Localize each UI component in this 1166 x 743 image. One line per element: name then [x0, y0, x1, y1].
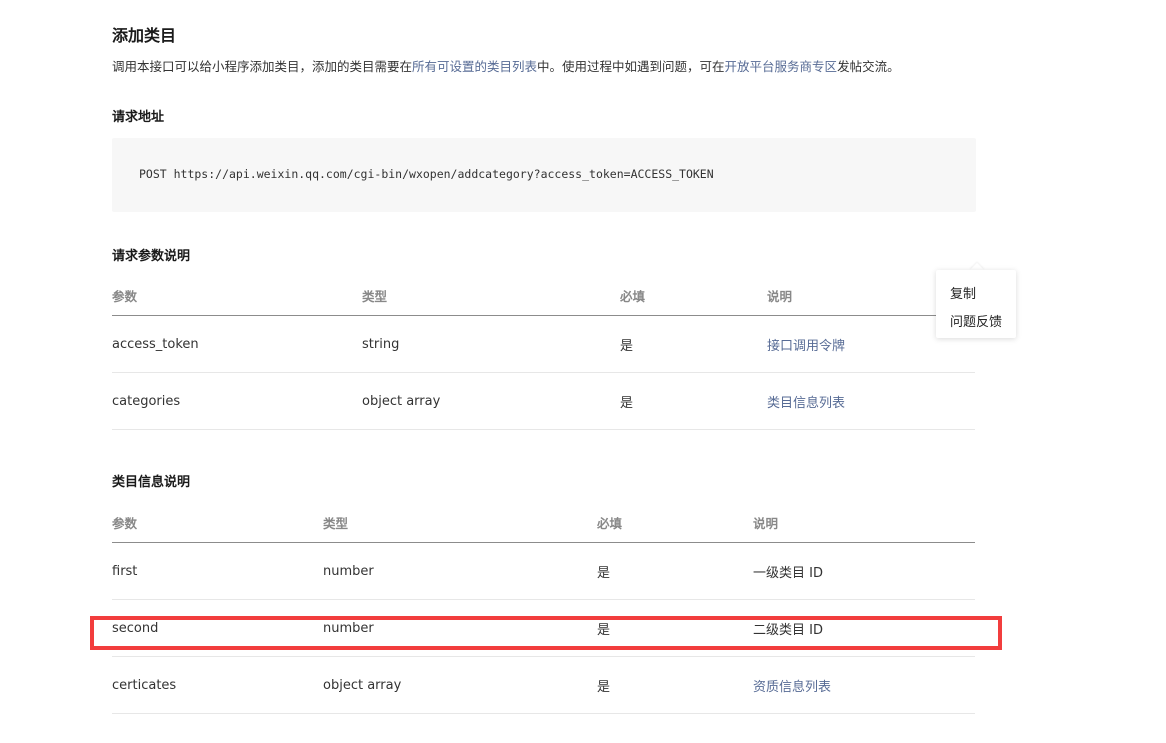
param-description: 二级类目 ID	[753, 599, 975, 657]
param-type: object array	[323, 656, 597, 714]
qualification-info-list-link[interactable]: 资质信息列表	[753, 680, 831, 695]
request-address-heading: 请求地址	[112, 110, 165, 125]
desc-text-1: 调用本接口可以给小程序添加类目，添加的类目需要在	[112, 59, 413, 74]
request-url-code: POST https://api.weixin.qq.com/cgi-bin/w…	[139, 167, 714, 181]
param-required: 是	[597, 542, 753, 600]
context-menu: 复制 问题反馈	[936, 270, 1016, 338]
copy-menu-item[interactable]: 复制	[950, 283, 976, 302]
table-row: certicates object array 是 资质信息列表	[112, 656, 975, 714]
table-row: access_token string 是 接口调用令牌	[112, 315, 975, 373]
table-row: categories object array 是 类目信息列表	[112, 372, 975, 430]
column-header-description: 说明	[753, 502, 975, 543]
code-block: POST https://api.weixin.qq.com/cgi-bin/w…	[112, 138, 976, 212]
category-list-link[interactable]: 所有可设置的类目列表	[412, 59, 537, 74]
category-info-list-link[interactable]: 类目信息列表	[767, 396, 845, 411]
table-header-row: 参数 类型 必填 说明	[112, 275, 975, 316]
param-type: number	[323, 599, 597, 657]
param-type: string	[362, 315, 620, 373]
param-description: 资质信息列表	[753, 656, 975, 714]
feedback-menu-item[interactable]: 问题反馈	[950, 311, 1002, 330]
param-name: access_token	[112, 315, 362, 373]
request-params-table: 参数 类型 必填 说明 access_token string 是 接口调用令牌…	[112, 275, 975, 430]
page-title: 添加类目	[112, 26, 177, 45]
param-required: 是	[620, 372, 767, 430]
column-header-param: 参数	[112, 275, 362, 316]
desc-text-2: 中。使用过程中如遇到问题，可在	[537, 59, 725, 74]
param-name: categories	[112, 372, 362, 430]
category-info-table: 参数 类型 必填 说明 first number 是 一级类目 ID secon…	[112, 502, 975, 714]
param-required: 是	[620, 315, 767, 373]
param-name: first	[112, 542, 323, 600]
access-token-doc-link[interactable]: 接口调用令牌	[767, 339, 845, 354]
category-info-heading: 类目信息说明	[112, 475, 191, 490]
param-type: object array	[362, 372, 620, 430]
column-header-param: 参数	[112, 502, 323, 543]
column-header-type: 类型	[362, 275, 620, 316]
request-params-heading: 请求参数说明	[112, 249, 191, 264]
param-name: second	[112, 599, 323, 657]
param-name: certicates	[112, 656, 323, 714]
param-required: 是	[597, 599, 753, 657]
table-row: first number 是 一级类目 ID	[112, 542, 975, 600]
param-description: 类目信息列表	[767, 372, 975, 430]
column-header-required: 必填	[597, 502, 753, 543]
param-description: 一级类目 ID	[753, 542, 975, 600]
column-header-type: 类型	[323, 502, 597, 543]
table-header-row: 参数 类型 必填 说明	[112, 502, 975, 543]
param-type: number	[323, 542, 597, 600]
service-provider-zone-link[interactable]: 开放平台服务商专区	[725, 59, 838, 74]
column-header-required: 必填	[620, 275, 767, 316]
table-row: second number 是 二级类目 ID	[112, 599, 975, 657]
page-description: 调用本接口可以给小程序添加类目，添加的类目需要在所有可设置的类目列表中。使用过程…	[112, 56, 1012, 75]
param-required: 是	[597, 656, 753, 714]
desc-text-3: 发帖交流。	[837, 59, 900, 74]
